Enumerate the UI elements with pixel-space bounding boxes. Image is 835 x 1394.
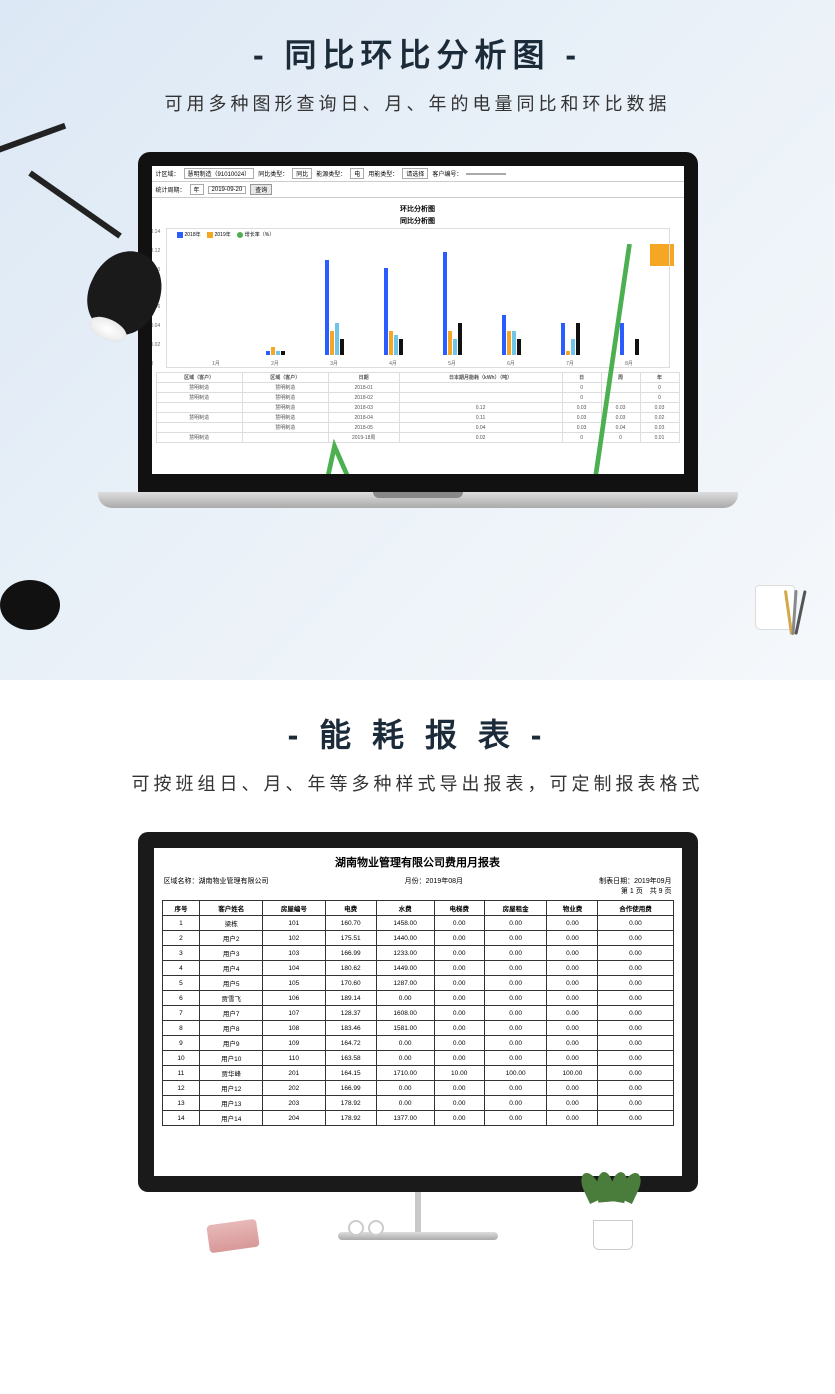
chart-legend: 2018年 2019年 增长率（%） [177,231,275,238]
meta-month-value: 2019年08月 [426,878,463,885]
chart2-title: 同比分析图 [156,216,680,226]
laptop-base [98,492,738,508]
app-screen-1: 计区域： 慧明制造（91010024） 同比类型： 同比 能源类型： 电 用能类… [152,166,684,474]
section1-subtitle: 可用多种图形查询日、月、年的电量同比和环比数据 [0,90,835,116]
energy-label: 能源类型： [316,169,346,178]
meta-date-label: 制表日期： [599,878,634,885]
filter-toolbar-2: 统计周期： 年 2019-09-20 查询 [152,182,684,198]
plant-decoration [578,1160,648,1250]
chart1-title: 环比分析图 [156,204,680,214]
type-label: 同比类型： [258,169,288,178]
customer-label: 客户编号： [432,169,462,178]
report-title: 湖南物业管理有限公司费用月报表 [154,848,682,876]
comparison-chart: 2018年 2019年 增长率（%） 0.140.120.100.080.060… [166,228,670,368]
legend-2019: 2019年 [215,231,231,238]
meta-page-info: 第 1 页 共 9 页 [621,888,672,895]
date-input[interactable]: 2019-09-20 [208,186,247,194]
desk-lamp-decoration [0,140,170,420]
legend-2018: 2018年 [185,231,201,238]
section2-title: - 能 耗 报 表 - [0,710,835,756]
meta-month-label: 月份： [405,878,426,885]
x-axis: 1月2月3月4月5月6月7月8月 [187,360,659,367]
monitor-mockup: 湖南物业管理有限公司费用月报表 区域名称：湖南物业管理有限公司 月份：2019年… [118,832,718,1240]
customer-input[interactable] [466,173,506,175]
meta-date-value: 2019年09月 [634,878,671,885]
meta-area-value: 湖南物业管理有限公司 [199,878,269,885]
legend-rate: 增长率（%） [245,231,274,238]
laptop-mockup: 计区域： 慧明制造（91010024） 同比类型： 同比 能源类型： 电 用能类… [98,152,738,508]
monthly-report-table: 序号客户姓名房屋编号电费水费电梯费房屋租金物业费合作使用费1梁栋101160.7… [162,900,674,1126]
earbuds-decoration [348,1220,388,1240]
type-select[interactable]: 同比 [292,168,312,179]
section1-title: - 同比环比分析图 - [0,30,835,76]
report-section: - 能 耗 报 表 - 可按班组日、月、年等多种样式导出报表，可定制报表格式 湖… [0,680,835,1394]
period-select[interactable]: 年 [190,184,204,195]
chart-data-table: 区域（客户）区域（客户）日期日本期月能耗（kWh）（吨）日周年慧明制造慧明制造2… [156,372,680,443]
chart-bars [187,244,659,355]
meta-area-label: 区域名称： [164,878,199,885]
analysis-chart-section: - 同比环比分析图 - 可用多种图形查询日、月、年的电量同比和环比数据 计区域：… [0,0,835,680]
app-screen-2: 湖南物业管理有限公司费用月报表 区域名称：湖南物业管理有限公司 月份：2019年… [154,848,682,1176]
usage-label: 用能类型： [368,169,398,178]
black-sphere-decoration [0,580,60,630]
filter-toolbar: 计区域： 慧明制造（91010024） 同比类型： 同比 能源类型： 电 用能类… [152,166,684,182]
usage-select[interactable]: 请选择 [402,168,428,179]
phone-decoration [206,1219,259,1254]
query-button[interactable]: 查询 [250,184,272,195]
desk-decorations [118,1200,718,1250]
area-select[interactable]: 慧明制造（91010024） [184,168,255,179]
section2-subtitle: 可按班组日、月、年等多种样式导出报表，可定制报表格式 [0,770,835,796]
energy-select[interactable]: 电 [350,168,364,179]
report-meta: 区域名称：湖南物业管理有限公司 月份：2019年08月 制表日期：2019年09… [154,876,682,900]
